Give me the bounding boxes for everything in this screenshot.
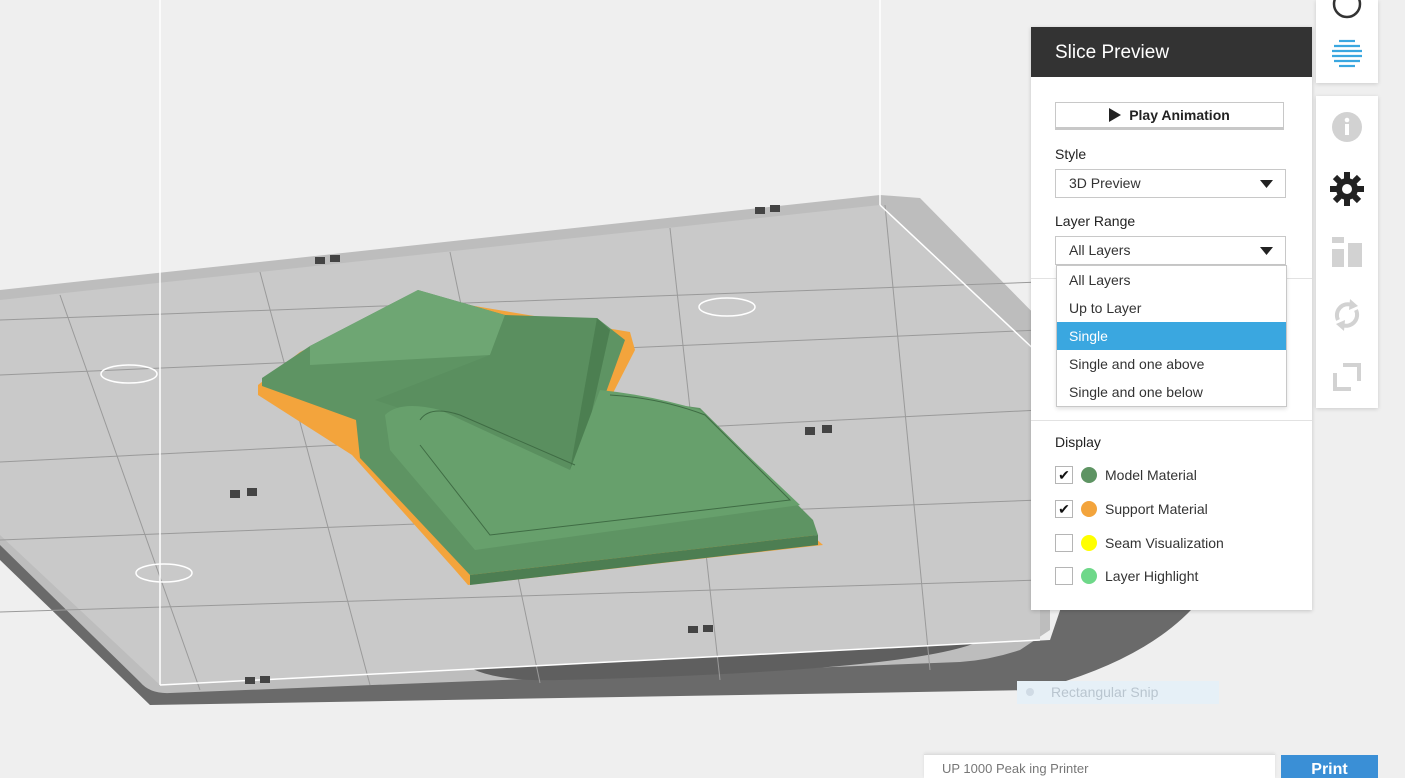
divider [1031, 420, 1312, 421]
toolbar-item-info[interactable] [1316, 101, 1378, 153]
support-material-label: Support Material [1105, 501, 1208, 517]
tools-toolbar [1316, 96, 1378, 408]
dropdown-option-up-to-layer[interactable]: Up to Layer [1057, 294, 1286, 322]
layer-range-label: Layer Range [1055, 213, 1136, 229]
snip-icon [1026, 688, 1034, 696]
chevron-down-icon [1260, 247, 1273, 255]
rotate-icon [1334, 299, 1360, 331]
info-icon [1332, 112, 1362, 142]
checkmark-icon: ✔ [1058, 501, 1070, 517]
display-item-layer-highlight[interactable]: Layer Highlight [1055, 565, 1198, 587]
circle-outline-icon [1332, 0, 1362, 19]
support-material-checkbox[interactable]: ✔ [1055, 500, 1073, 518]
toolbar-item-settings[interactable] [1316, 163, 1378, 215]
rectangular-snip-button[interactable]: Rectangular Snip [1017, 681, 1219, 704]
display-item-seam-visualization[interactable]: Seam Visualization [1055, 532, 1224, 554]
snip-label: Rectangular Snip [1051, 684, 1159, 700]
dropdown-option-single-and-one-below[interactable]: Single and one below [1057, 378, 1286, 406]
display-label: Display [1055, 434, 1101, 450]
print-button[interactable]: Print [1281, 755, 1378, 778]
layer-highlight-checkbox[interactable] [1055, 567, 1073, 585]
layer-range-select[interactable]: All Layers [1055, 236, 1286, 265]
layers-icon [1332, 39, 1362, 68]
layer-highlight-label: Layer Highlight [1105, 568, 1199, 584]
seam-visualization-checkbox[interactable] [1055, 534, 1073, 552]
printer-job-field[interactable]: UP 1000 Peak ing Printer [924, 754, 1275, 778]
toolbar-item-prepare[interactable] [1316, 0, 1378, 30]
style-select[interactable]: 3D Preview [1055, 169, 1286, 198]
arrange-icon [1332, 237, 1362, 267]
toolbar-item-rotate[interactable] [1316, 289, 1378, 341]
dropdown-option-single[interactable]: Single [1057, 322, 1286, 350]
toolbar-item-scale[interactable] [1316, 351, 1378, 403]
view-mode-toolbar [1316, 0, 1378, 83]
display-item-model-material[interactable]: ✔ Model Material [1055, 464, 1197, 486]
layer-range-select-value: All Layers [1069, 242, 1131, 258]
model-material-swatch [1081, 467, 1097, 483]
style-label: Style [1055, 146, 1087, 162]
checkmark-icon: ✔ [1058, 467, 1070, 483]
chevron-down-icon [1260, 180, 1273, 188]
seam-visualization-swatch [1081, 535, 1097, 551]
scale-icon [1333, 363, 1361, 391]
gear-icon [1330, 172, 1364, 206]
dropdown-option-all-layers[interactable]: All Layers [1057, 266, 1286, 294]
display-item-support-material[interactable]: ✔ Support Material [1055, 498, 1208, 520]
panel-title: Slice Preview [1031, 27, 1312, 77]
play-icon [1109, 108, 1122, 122]
toolbar-item-arrange[interactable] [1316, 226, 1378, 278]
model-material-label: Model Material [1105, 467, 1197, 483]
toolbar-item-layers[interactable] [1316, 27, 1378, 79]
play-animation-button[interactable]: Play Animation [1055, 102, 1284, 130]
style-select-value: 3D Preview [1069, 175, 1141, 191]
layer-highlight-swatch [1081, 568, 1097, 584]
layer-range-dropdown: All Layers Up to Layer Single Single and… [1056, 265, 1287, 407]
support-material-swatch [1081, 501, 1097, 517]
dropdown-option-single-and-one-above[interactable]: Single and one above [1057, 350, 1286, 378]
seam-visualization-label: Seam Visualization [1105, 535, 1224, 551]
play-animation-label: Play Animation [1129, 107, 1230, 123]
model-material-checkbox[interactable]: ✔ [1055, 466, 1073, 484]
